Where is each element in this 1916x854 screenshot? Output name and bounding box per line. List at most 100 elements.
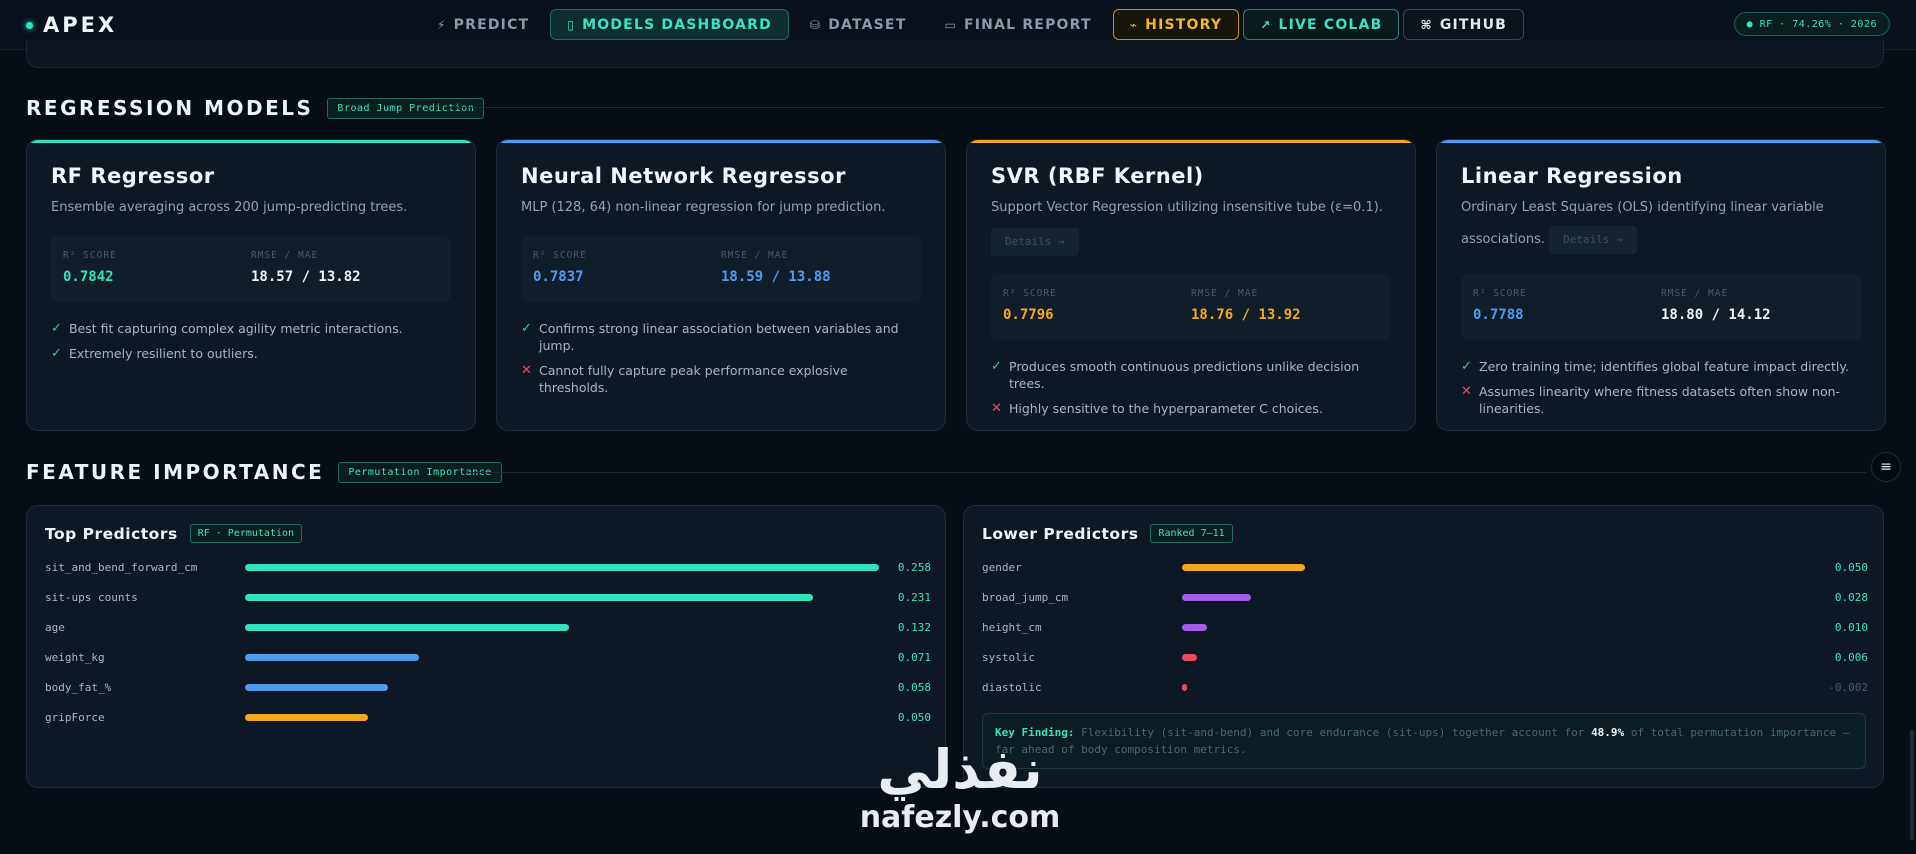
nav-history[interactable]: ⌁ HISTORY bbox=[1112, 9, 1240, 40]
card-description: Ensemble averaging across 200 jump-predi… bbox=[51, 200, 408, 215]
feature-bar bbox=[245, 563, 879, 571]
key-finding-text: Flexibility (sit-and-bend) and core endu… bbox=[1081, 726, 1585, 739]
nav-dataset[interactable]: ⛁ DATASET bbox=[793, 9, 924, 40]
list-item: ✓ Extremely resilient to outliers. bbox=[51, 345, 451, 362]
panel-title: Lower Predictors bbox=[982, 524, 1139, 543]
feature-name: height_cm bbox=[982, 620, 1042, 634]
feature-row: gender 0.050 bbox=[982, 559, 1868, 575]
feature-name: sit_and_bend_forward_cm bbox=[45, 560, 198, 574]
feature-row: systolic 0.006 bbox=[982, 649, 1868, 665]
points-list: ✓ Confirms strong linear association betw… bbox=[521, 320, 921, 396]
details-button[interactable]: Details → bbox=[991, 228, 1079, 256]
lower-predictors-panel: Lower Predictors Ranked 7–11 gender 0.050… bbox=[963, 505, 1884, 788]
feature-name: systolic bbox=[982, 650, 1035, 664]
point-text: Cannot fully capture peak performance ex… bbox=[539, 363, 848, 395]
error-label: RMSE / MAE bbox=[1191, 288, 1259, 299]
nav-label: FINAL REPORT bbox=[964, 16, 1092, 33]
point-text: Confirms strong linear association betwe… bbox=[539, 321, 899, 353]
panel-tag: RF · Permutation bbox=[189, 524, 303, 543]
menu-toggle-icon[interactable]: ≡ bbox=[1871, 452, 1901, 482]
model-card-neural-network: Neural Network Regressor MLP (128, 64) n… bbox=[496, 139, 946, 431]
nav-label: GITHUB bbox=[1439, 16, 1508, 33]
card-title: SVR (RBF Kernel) bbox=[991, 164, 1204, 188]
error-value: 18.80 / 14.12 bbox=[1661, 307, 1771, 323]
error-value: 18.59 / 13.88 bbox=[721, 269, 831, 285]
feature-name: sit-ups counts bbox=[45, 590, 138, 604]
list-item: ✓ Produces smooth continuous predictions … bbox=[991, 358, 1391, 392]
nav-final-report[interactable]: ▭ FINAL REPORT bbox=[927, 9, 1108, 40]
nav-label: HISTORY bbox=[1145, 16, 1223, 33]
point-text: Best fit capturing complex agility metri… bbox=[69, 321, 403, 336]
feature-row: gripForce 0.050 bbox=[45, 709, 931, 725]
watermark-arabic: نفذلي bbox=[877, 738, 1043, 801]
key-finding-percent: 48.9% bbox=[1591, 726, 1625, 739]
feature-value: 0.028 bbox=[1834, 590, 1868, 604]
feature-row: weight_kg 0.071 bbox=[45, 649, 931, 665]
error-value: 18.57 / 13.82 bbox=[251, 269, 361, 285]
feature-value: 0.132 bbox=[897, 620, 931, 634]
database-icon: ⛁ bbox=[809, 17, 822, 32]
external-link-icon: ↗ bbox=[1260, 17, 1272, 32]
feature-value: 0.258 bbox=[897, 560, 931, 574]
feature-value: 0.058 bbox=[897, 680, 931, 694]
panel-title: Top Predictors bbox=[45, 524, 178, 543]
list-item: ✕ Cannot fully capture peak performance e… bbox=[521, 362, 921, 396]
feature-row: age 0.132 bbox=[45, 619, 931, 635]
card-description-wrap: Ordinary Least Squares (OLS) identifying… bbox=[1461, 192, 1861, 256]
check-icon: ✓ bbox=[1461, 359, 1472, 374]
nav-live-colab[interactable]: ↗ LIVE COLAB bbox=[1243, 9, 1400, 40]
error-value: 18.76 / 13.92 bbox=[1191, 307, 1301, 323]
feature-bar bbox=[1182, 623, 1207, 631]
r2-value: 0.7842 bbox=[63, 269, 114, 285]
feature-row: broad_jump_cm 0.028 bbox=[982, 589, 1868, 605]
feature-name: age bbox=[45, 620, 65, 634]
nav-label: LIVE COLAB bbox=[1278, 16, 1383, 33]
feature-bar bbox=[245, 623, 570, 631]
card-description: Ordinary Least Squares (OLS) identifying… bbox=[1461, 200, 1824, 247]
nav-models-dashboard[interactable]: ▯ MODELS DASHBOARD bbox=[550, 9, 789, 40]
card-title: RF Regressor bbox=[51, 164, 215, 188]
github-icon: ⌘ bbox=[1420, 17, 1433, 32]
panel-tag: Ranked 7–11 bbox=[1150, 524, 1233, 543]
scrollbar-thumb[interactable] bbox=[1910, 730, 1914, 840]
feature-value: 0.050 bbox=[1834, 560, 1868, 574]
feature-value: -0.002 bbox=[1828, 680, 1868, 694]
feature-name: gender bbox=[982, 560, 1022, 574]
brand-name: APEX bbox=[43, 13, 118, 37]
cross-icon: ✕ bbox=[991, 401, 1002, 416]
feature-bar bbox=[1182, 593, 1251, 601]
feature-row: sit-ups counts 0.231 bbox=[45, 589, 931, 605]
error-label: RMSE / MAE bbox=[1661, 288, 1729, 299]
metrics-box: R² SCORE 0.7837 RMSE / MAE 18.59 / 13.88 bbox=[521, 236, 921, 302]
check-icon: ✓ bbox=[51, 346, 62, 361]
watermark: نفذلي nafezly.com bbox=[840, 740, 1080, 850]
watermark-url: nafezly.com bbox=[859, 800, 1061, 835]
feature-bar bbox=[245, 713, 368, 721]
model-card-linear-regression: Linear Regression Ordinary Least Squares… bbox=[1436, 139, 1886, 431]
r2-label: R² SCORE bbox=[1473, 288, 1527, 299]
list-item: ✓ Zero training time; identifies global f… bbox=[1461, 358, 1861, 375]
r2-label: R² SCORE bbox=[63, 250, 117, 261]
point-text: Produces smooth continuous predictions u… bbox=[1009, 359, 1360, 391]
r2-label: R² SCORE bbox=[1003, 288, 1057, 299]
brand[interactable]: APEX bbox=[26, 13, 117, 37]
points-list: ✓ Produces smooth continuous predictions … bbox=[991, 358, 1391, 417]
divider bbox=[466, 472, 1866, 473]
nav-predict[interactable]: ⚡ PREDICT bbox=[420, 9, 546, 40]
section-title: FEATURE IMPORTANCE bbox=[26, 460, 325, 484]
card-title: Linear Regression bbox=[1461, 164, 1683, 188]
feature-value: 0.006 bbox=[1834, 650, 1868, 664]
feature-name: body_fat_% bbox=[45, 680, 112, 694]
feature-name: broad_jump_cm bbox=[982, 590, 1069, 604]
feature-value: 0.071 bbox=[897, 650, 931, 664]
feature-bar bbox=[245, 653, 420, 661]
details-button[interactable]: Details → bbox=[1549, 225, 1637, 254]
feature-bar bbox=[1182, 683, 1187, 691]
feature-section-header: FEATURE IMPORTANCE Permutation Importanc… bbox=[26, 460, 502, 484]
check-icon: ✓ bbox=[991, 359, 1002, 374]
nav-github[interactable]: ⌘ GITHUB bbox=[1403, 9, 1525, 40]
check-icon: ✓ bbox=[51, 321, 62, 336]
model-card-rf-regressor: RF Regressor Ensemble averaging across 2… bbox=[26, 139, 476, 431]
point-text: Zero training time; identifies global fe… bbox=[1479, 359, 1849, 374]
feature-value: 0.231 bbox=[897, 590, 931, 604]
